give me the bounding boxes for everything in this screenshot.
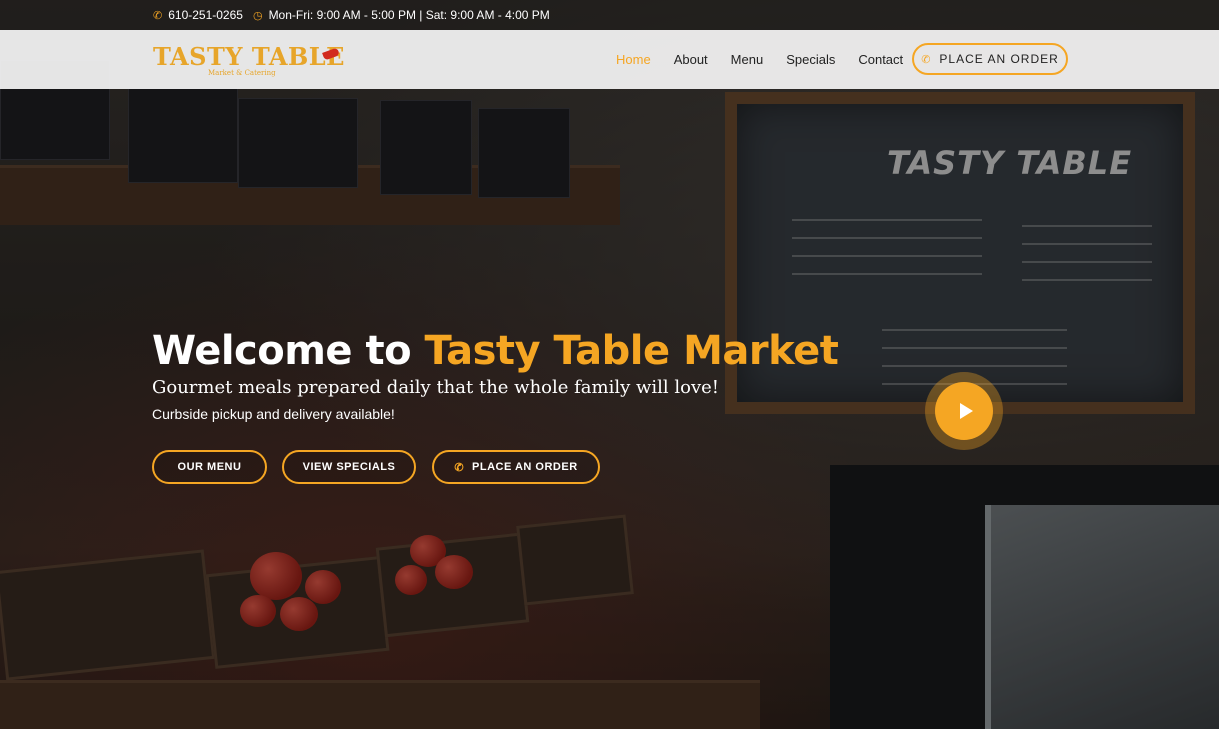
place-order-button[interactable]: ✆ PLACE AN ORDER (912, 43, 1068, 75)
nav-about[interactable]: About (674, 52, 708, 67)
view-specials-button[interactable]: VIEW SPECIALS (282, 450, 416, 484)
phone-icon: ✆ (454, 461, 465, 474)
phone-number[interactable]: 610-251-0265 (168, 8, 243, 22)
place-order-label: PLACE AN ORDER (939, 52, 1059, 66)
top-info-bar: ✆ 610-251-0265 ◷ Mon-Fri: 9:00 AM - 5:00… (0, 0, 1219, 30)
hero-title-accent: Tasty Table Market (424, 328, 839, 374)
main-nav: Home About Menu Specials Contact (616, 30, 926, 89)
nav-menu[interactable]: Menu (731, 52, 764, 67)
nav-specials[interactable]: Specials (786, 52, 835, 67)
logo-tagline: Market & Catering (208, 69, 276, 77)
play-icon (935, 382, 993, 440)
our-menu-button[interactable]: OUR MENU (152, 450, 267, 484)
logo-name: TASTY TABLE (153, 42, 345, 71)
phone-icon: ✆ (153, 9, 163, 22)
clock-icon: ◷ (252, 9, 263, 22)
hero-subtitle: Gourmet meals prepared daily that the wh… (152, 377, 720, 398)
play-video-button[interactable] (925, 372, 1003, 450)
hero-title-lead: Welcome to (152, 328, 425, 374)
hero-title: Welcome to Tasty Table Market (152, 328, 839, 374)
logo[interactable]: TASTY TABLE Market & Catering (153, 42, 345, 78)
phone-icon: ✆ (921, 53, 932, 66)
view-specials-label: VIEW SPECIALS (302, 461, 396, 473)
hero-place-order-button[interactable]: ✆ PLACE AN ORDER (432, 450, 600, 484)
nav-contact[interactable]: Contact (858, 52, 903, 67)
business-hours: Mon-Fri: 9:00 AM - 5:00 PM | Sat: 9:00 A… (268, 8, 550, 22)
hero-note: Curbside pickup and delivery available! (152, 406, 395, 422)
site-header: TASTY TABLE Market & Catering Home About… (0, 30, 1219, 89)
our-menu-label: OUR MENU (177, 461, 242, 473)
nav-home[interactable]: Home (616, 52, 651, 67)
hero-place-order-label: PLACE AN ORDER (472, 461, 578, 473)
